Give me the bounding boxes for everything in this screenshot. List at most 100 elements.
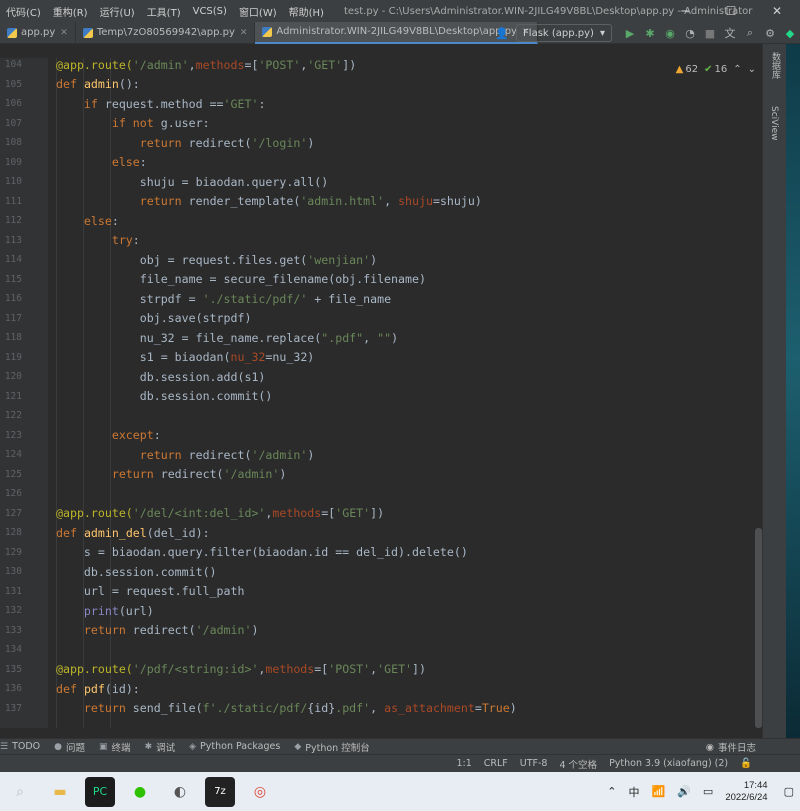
python-interpreter[interactable]: Python 3.9 (xiaofang) (2) (609, 758, 728, 769)
run-configuration-select[interactable]: Flask (app.py) ▾ (516, 24, 612, 42)
python-console-icon: ◆ (294, 741, 302, 752)
tab-temp-app-py[interactable]: Temp\7zO80569942\app.py ✕ (76, 21, 256, 44)
code-line[interactable]: 128 def admin_del(del_id): (0, 523, 762, 543)
code-line[interactable]: 119 s1 = biaodan(nu_32=nu_32) (0, 348, 762, 368)
sciview-side-tab[interactable]: SciView (769, 106, 779, 141)
file-explorer-icon[interactable]: ▬ (45, 777, 75, 807)
code-line[interactable]: 114 obj = request.files.get('wenjian') (0, 250, 762, 270)
code-line[interactable]: 106 if request.method =='GET': (0, 94, 762, 114)
people-icon[interactable]: ◐ (165, 777, 195, 807)
code-line[interactable]: 120 db.session.add(s1) (0, 367, 762, 387)
tool-window-python-packages[interactable]: ◈ Python Packages (189, 741, 280, 752)
chevron-down-icon[interactable]: ⌄ (748, 64, 756, 75)
file-encoding[interactable]: UTF-8 (520, 758, 548, 769)
debug-icon[interactable]: ✱ (641, 24, 659, 42)
settings-icon[interactable]: ⚙ (761, 24, 779, 42)
close-tab-icon[interactable]: ✕ (240, 28, 248, 38)
tool-window-terminal[interactable]: ▣ 终端 (99, 740, 131, 754)
wechat-icon[interactable]: ● (125, 777, 155, 807)
menu-window[interactable]: 窗口(W) (233, 4, 283, 19)
code-text: return redirect('/admin') (111, 467, 287, 482)
search-icon[interactable]: ⌕ (741, 24, 759, 42)
tool-window-debug[interactable]: ✱ 调试 (145, 740, 176, 754)
code-line[interactable]: 136 def pdf(id): (0, 679, 762, 699)
code-line[interactable]: 133 return redirect('/admin') (0, 621, 762, 641)
warning-count: 62 (685, 64, 699, 75)
chrome-icon[interactable]: ◎ (245, 777, 275, 807)
code-line[interactable]: 121 db.session.commit() (0, 387, 762, 407)
tool-window-problems[interactable]: ● 问题 (54, 740, 85, 754)
battery-icon[interactable]: ▭ (703, 785, 713, 798)
code-line[interactable]: 116 strpdf = './static/pdf/' + file_name (0, 289, 762, 309)
code-text: return redirect('/login') (139, 135, 315, 150)
code-line[interactable]: 127 @app.route('/del/<int:del_id>',method… (0, 504, 762, 524)
code-line[interactable]: 113 try: (0, 231, 762, 251)
chevron-up-icon[interactable]: ⌃ (733, 64, 741, 75)
code-line[interactable]: 104 @app.route('/admin',methods=['POST','… (0, 58, 762, 75)
close-button[interactable]: ✕ (754, 0, 800, 22)
tab-app-py[interactable]: app.py ✕ (0, 21, 76, 44)
close-tab-icon[interactable]: ✕ (60, 28, 68, 38)
notification-icon[interactable]: ▢ (784, 785, 794, 798)
chevron-up-icon[interactable]: ⌃ (607, 785, 616, 798)
code-line[interactable]: 108 return redirect('/login') (0, 133, 762, 153)
code-line[interactable]: 135 @app.route('/pdf/<string:id>',methods… (0, 660, 762, 680)
indent-setting[interactable]: 4 个空格 (559, 757, 597, 771)
vertical-scrollbar[interactable] (755, 528, 762, 728)
translate-icon[interactable]: 文 (721, 24, 739, 42)
menu-tools[interactable]: 工具(T) (141, 4, 187, 19)
cursor-position[interactable]: 1:1 (456, 758, 471, 769)
code-line[interactable]: 112 else: (0, 211, 762, 231)
code-line[interactable]: 117 obj.save(strpdf) (0, 309, 762, 329)
code-line[interactable]: 125 return redirect('/admin') (0, 465, 762, 485)
search-icon[interactable]: ⌕ (5, 777, 35, 807)
volume-icon[interactable]: 🔊 (677, 785, 691, 798)
profile-icon[interactable]: ◔ (681, 24, 699, 42)
line-separator[interactable]: CRLF (484, 758, 508, 769)
menu-refactor[interactable]: 重构(R) (47, 4, 94, 19)
code-line[interactable]: 132 print(url) (0, 601, 762, 621)
tool-window-python-console[interactable]: ◆ Python 控制台 (294, 740, 369, 754)
code-line[interactable]: 122 (0, 406, 762, 426)
code-line[interactable]: 126 (0, 484, 762, 504)
wifi-icon[interactable]: 📶 (652, 785, 666, 798)
code-text: print(url) (83, 603, 154, 618)
code-line[interactable]: 131 url = request.full_path (0, 582, 762, 602)
inspection-widget[interactable]: ▲ 62 ✔ 16 ⌃ ⌄ (669, 64, 756, 75)
code-line[interactable]: 129 s = biaodan.query.filter(biaodan.id … (0, 543, 762, 563)
code-line[interactable]: 124 return redirect('/admin') (0, 445, 762, 465)
run-icon[interactable]: ▶ (621, 24, 639, 42)
lock-icon[interactable]: 🔓 (740, 758, 752, 769)
code-text: file_name = secure_filename(obj.filename… (56, 272, 426, 287)
code-line[interactable]: 107 if not g.user: (0, 114, 762, 134)
clock[interactable]: 17:44 2022/6/24 (725, 780, 767, 804)
menu-vcs[interactable]: VCS(S) (187, 6, 233, 17)
code-text: if request.method =='GET': (83, 96, 266, 111)
coverage-icon[interactable]: ◉ (661, 24, 679, 42)
maximize-button[interactable]: ☐ (708, 0, 754, 22)
code-line[interactable]: 130 db.session.commit() (0, 562, 762, 582)
code-line[interactable]: 134 (0, 640, 762, 660)
code-line[interactable]: 123 except: (0, 426, 762, 446)
problems-icon: ● (54, 741, 63, 752)
database-side-tab[interactable]: 数据库 (769, 52, 782, 79)
code-line[interactable]: 118 nu_32 = file_name.replace(".pdf", ""… (0, 328, 762, 348)
code-line[interactable]: 115 file_name = secure_filename(obj.file… (0, 270, 762, 290)
menu-help[interactable]: 帮助(H) (283, 4, 330, 19)
menu-code[interactable]: 代码(C) (0, 4, 47, 19)
stop-icon[interactable]: ■ (701, 24, 719, 42)
minimize-button[interactable]: ─ (662, 0, 708, 22)
tool-window-todo[interactable]: ☰ TODO (0, 741, 40, 752)
menu-run[interactable]: 运行(U) (94, 4, 141, 19)
code-line[interactable]: 109 else: (0, 153, 762, 173)
pycharm-icon[interactable]: PC (85, 776, 115, 807)
code-line[interactable]: 105 def admin(): (0, 75, 762, 95)
code-line[interactable]: 137 return send_file(f'./static/pdf/{id}… (0, 699, 762, 719)
code-line[interactable]: 111 return render_template('admin.html',… (0, 192, 762, 212)
code-line[interactable]: 110 shuju = biaodan.query.all() (0, 172, 762, 192)
ime-indicator[interactable]: 中 (629, 784, 640, 800)
7zip-icon[interactable]: 7z (205, 776, 235, 807)
code-editor[interactable]: 104 @app.route('/admin',methods=['POST','… (0, 58, 762, 728)
user-icon[interactable]: 👤 (493, 24, 511, 42)
event-log-button[interactable]: ◉ 事件日志 (706, 739, 756, 755)
